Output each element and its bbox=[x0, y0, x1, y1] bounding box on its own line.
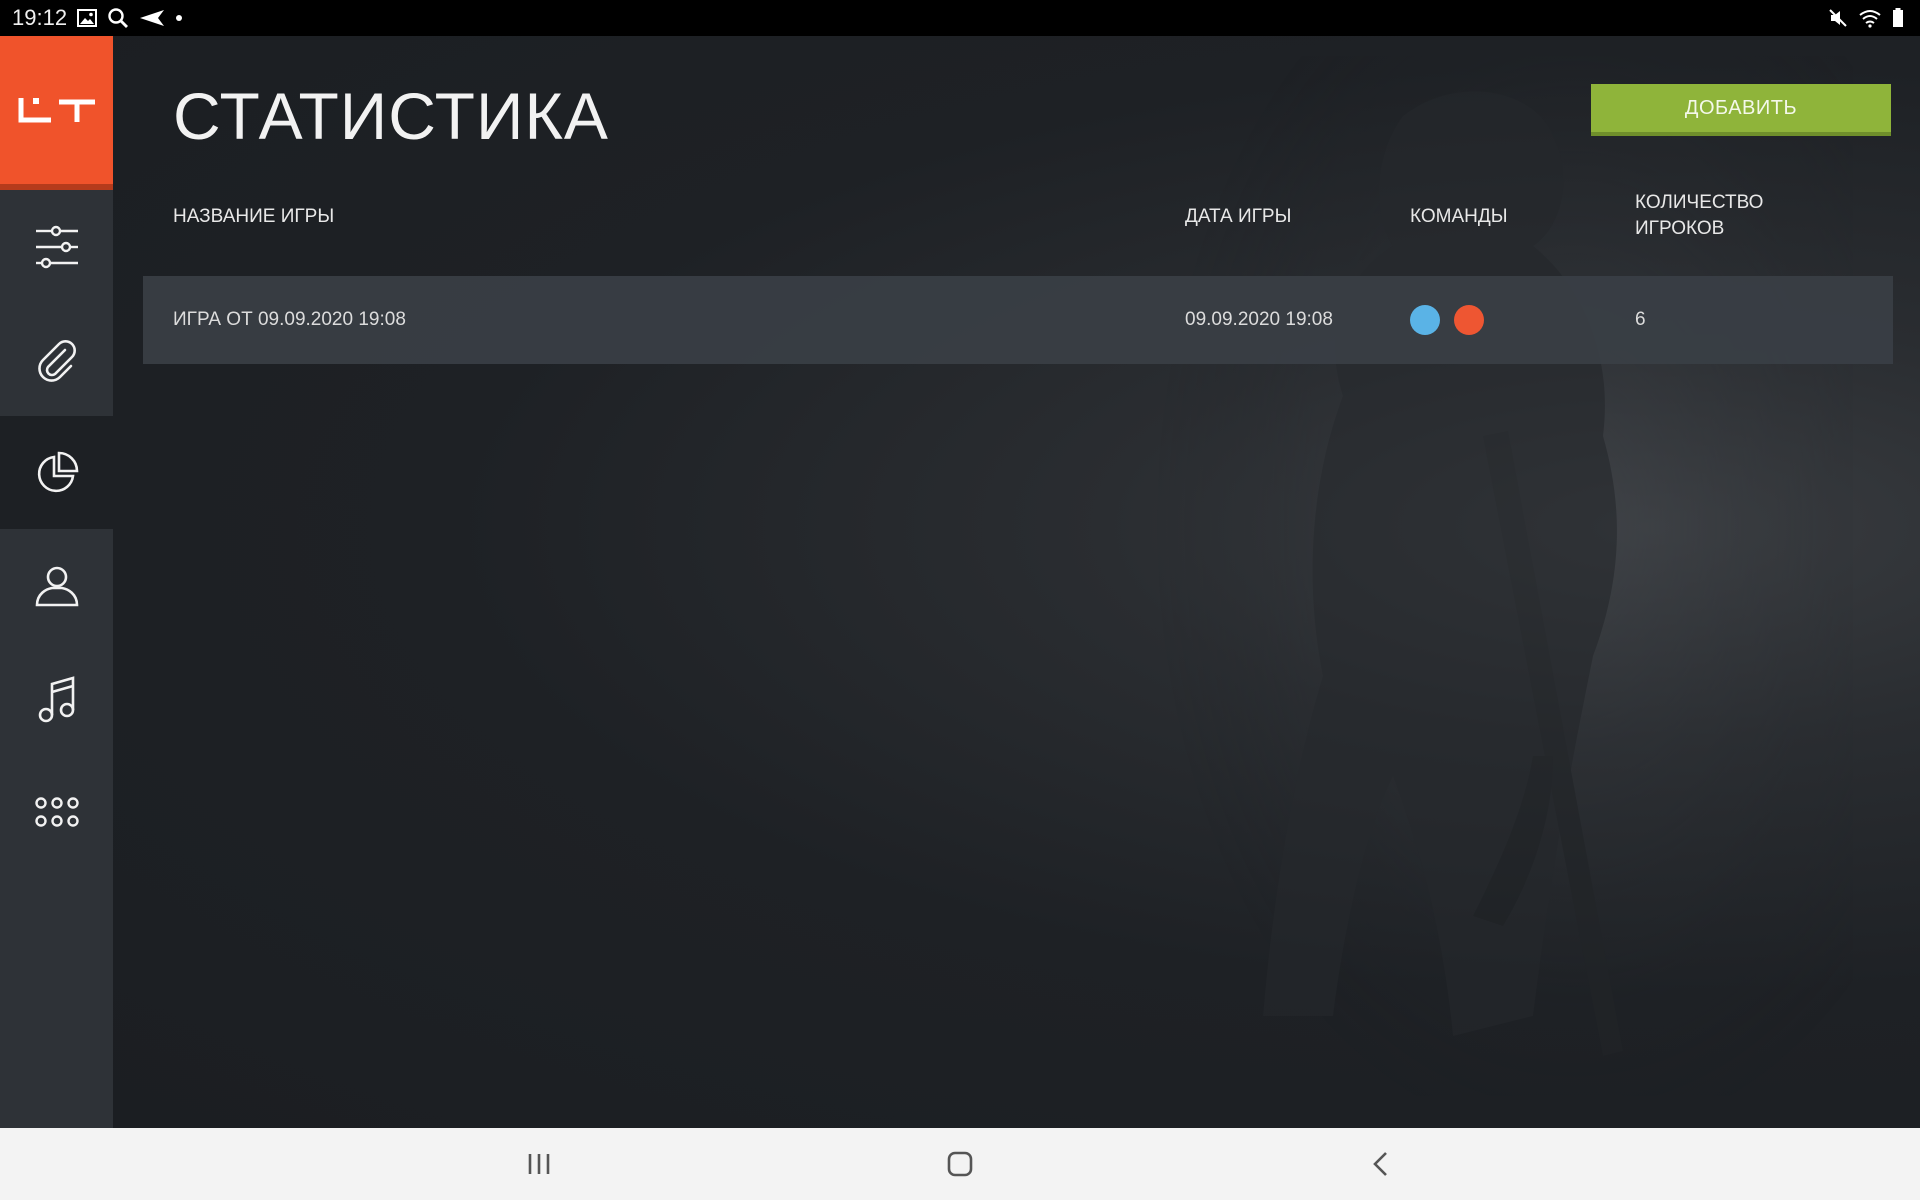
recent-apps-icon bbox=[528, 1154, 550, 1174]
status-bar-left: 19:12 bbox=[12, 5, 183, 31]
status-time: 19:12 bbox=[12, 5, 68, 30]
sidebar-item-settings[interactable] bbox=[0, 190, 113, 303]
cell-game-date: 09.09.2020 19:08 bbox=[1185, 309, 1333, 330]
dot-icon bbox=[175, 14, 183, 22]
table-row[interactable]: ИГРА ОТ 09.09.2020 19:08 09.09.2020 19:0… bbox=[143, 276, 1893, 364]
mute-icon bbox=[1828, 8, 1848, 28]
back-icon bbox=[1373, 1152, 1387, 1176]
team-dot-blue bbox=[1410, 305, 1440, 335]
search-icon bbox=[107, 7, 129, 29]
system-navigation-bar bbox=[0, 1128, 1920, 1200]
column-header-date[interactable]: ДАТА ИГРЫ bbox=[1185, 204, 1291, 230]
home-icon bbox=[947, 1151, 973, 1177]
sidebar-item-users[interactable] bbox=[0, 529, 113, 642]
send-icon bbox=[139, 9, 165, 27]
user-icon bbox=[35, 566, 78, 606]
column-header-name[interactable]: НАЗВАНИЕ ИГРЫ bbox=[173, 204, 334, 230]
back-button[interactable] bbox=[1361, 1144, 1401, 1184]
main-content: СТАТИСТИКА ДОБАВИТЬ НАЗВАНИЕ ИГРЫ ДАТА И… bbox=[113, 36, 1920, 1128]
status-bar-right bbox=[1828, 8, 1904, 28]
lt-logo-icon bbox=[18, 98, 95, 123]
recent-apps-button[interactable] bbox=[519, 1144, 559, 1184]
settings-sliders-icon bbox=[35, 225, 78, 268]
sidebar bbox=[0, 36, 113, 1128]
status-bar: 19:12 bbox=[0, 0, 1920, 36]
gallery-icon bbox=[77, 9, 98, 27]
add-button[interactable]: ДОБАВИТЬ bbox=[1591, 84, 1891, 136]
pie-chart-icon bbox=[37, 451, 78, 492]
team-dot-orange bbox=[1454, 305, 1484, 335]
sidebar-item-music[interactable] bbox=[0, 642, 113, 755]
home-button[interactable] bbox=[940, 1144, 980, 1184]
column-header-teams[interactable]: КОМАНДЫ bbox=[1410, 204, 1508, 230]
sidebar-item-attachments[interactable] bbox=[0, 303, 113, 416]
apps-grid-icon bbox=[34, 796, 79, 827]
cell-player-count: 6 bbox=[1635, 309, 1646, 330]
music-note-icon bbox=[38, 675, 74, 722]
app-logo[interactable] bbox=[0, 36, 113, 190]
cell-teams bbox=[1410, 276, 1484, 364]
column-header-players[interactable]: КОЛИЧЕСТВО ИГРОКОВ bbox=[1635, 190, 1795, 242]
battery-icon bbox=[1892, 8, 1904, 28]
paperclip-icon bbox=[37, 339, 76, 382]
sidebar-item-more[interactable] bbox=[0, 755, 113, 868]
wifi-icon bbox=[1858, 8, 1882, 28]
page-title: СТАТИСТИКА bbox=[173, 79, 609, 153]
cell-game-name: ИГРА ОТ 09.09.2020 19:08 bbox=[173, 309, 406, 330]
sidebar-item-statistics[interactable] bbox=[0, 416, 113, 529]
